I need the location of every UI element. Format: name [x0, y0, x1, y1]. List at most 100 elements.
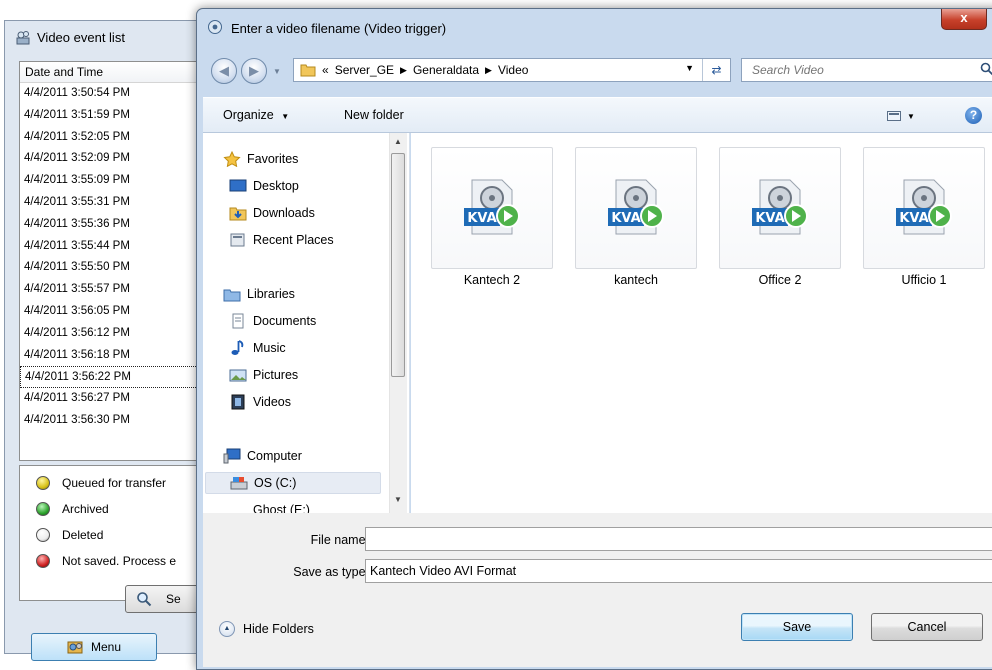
- video-event-list-window: Video event list Date and Time 4/4/2011 …: [4, 20, 204, 654]
- desktop-icon: [229, 178, 247, 194]
- back-arrow-icon: ◀: [219, 63, 229, 78]
- save-file-dialog: Enter a video filename (Video trigger) x…: [196, 8, 992, 670]
- event-row[interactable]: 4/4/2011 3:56:22 PM: [20, 366, 204, 388]
- scroll-thumb[interactable]: [391, 153, 405, 377]
- save-as-type-value: Kantech Video AVI Format: [370, 564, 516, 578]
- back-button[interactable]: ◀: [211, 58, 237, 84]
- search-icon[interactable]: [980, 62, 992, 76]
- dialog-app-icon: [207, 19, 223, 35]
- nav-documents[interactable]: Documents: [229, 310, 316, 332]
- file-tile[interactable]: KVA: [575, 147, 697, 269]
- nav-music[interactable]: Music: [229, 337, 286, 359]
- forward-button[interactable]: ▶: [241, 58, 267, 84]
- event-row[interactable]: 4/4/2011 3:55:09 PM: [20, 170, 204, 192]
- nav-label: Downloads: [253, 206, 315, 220]
- downloads-folder-icon: [229, 205, 247, 221]
- file-name-combo[interactable]: ▼: [365, 527, 992, 551]
- forward-arrow-icon: ▶: [249, 63, 259, 78]
- nav-label: Videos: [253, 395, 291, 409]
- drive-icon: [230, 475, 248, 491]
- breadcrumb-separator-icon[interactable]: ▶: [485, 65, 492, 76]
- save-button[interactable]: Save: [741, 613, 853, 641]
- scroll-down-icon[interactable]: ▼: [394, 495, 402, 504]
- nav-computer[interactable]: Computer: [223, 445, 302, 467]
- help-button[interactable]: ?: [965, 107, 982, 124]
- breadcrumb-separator-icon[interactable]: ▶: [400, 65, 407, 76]
- scroll-up-icon[interactable]: ▲: [394, 137, 402, 146]
- file-tile[interactable]: KVA: [719, 147, 841, 269]
- event-row[interactable]: 4/4/2011 3:56:12 PM: [20, 323, 204, 345]
- search-box[interactable]: [741, 58, 992, 82]
- nav-label: Desktop: [253, 179, 299, 193]
- address-bar[interactable]: « Server_GE ▶ Generaldata ▶ Video ▼ ⇄: [293, 58, 731, 82]
- save-as-type-select[interactable]: Kantech Video AVI Format ▼: [365, 559, 992, 583]
- file-name-input[interactable]: [366, 528, 974, 550]
- breadcrumb-video[interactable]: Video: [498, 63, 528, 77]
- event-row[interactable]: 4/4/2011 3:55:57 PM: [20, 279, 204, 301]
- legend-label: Not saved. Process e: [62, 554, 176, 568]
- event-row[interactable]: 4/4/2011 3:55:36 PM: [20, 214, 204, 236]
- recent-places-icon: [229, 232, 247, 248]
- not-saved-status-icon: [36, 554, 50, 568]
- event-row[interactable]: 4/4/2011 3:55:31 PM: [20, 192, 204, 214]
- dialog-title: Enter a video filename (Video trigger): [231, 21, 446, 36]
- nav-recent-places[interactable]: Recent Places: [229, 229, 334, 251]
- view-icon: [887, 110, 901, 122]
- dialog-title-bar[interactable]: Enter a video filename (Video trigger) x: [197, 9, 992, 45]
- file-tile[interactable]: KVA: [431, 147, 553, 269]
- nav-cut-off-item[interactable]: Ghost (E:): [229, 499, 310, 513]
- address-dropdown-icon[interactable]: ▼: [685, 63, 694, 73]
- nav-videos[interactable]: Videos: [229, 391, 291, 413]
- event-list[interactable]: Date and Time 4/4/2011 3:50:54 PM4/4/201…: [19, 61, 205, 461]
- event-row[interactable]: 4/4/2011 3:55:44 PM: [20, 236, 204, 258]
- address-prefix[interactable]: «: [322, 63, 329, 77]
- nav-libraries[interactable]: Libraries: [223, 283, 295, 305]
- event-row[interactable]: 4/4/2011 3:50:54 PM: [20, 83, 204, 105]
- event-row[interactable]: 4/4/2011 3:55:50 PM: [20, 257, 204, 279]
- event-row[interactable]: 4/4/2011 3:52:05 PM: [20, 127, 204, 149]
- navigation-row: ◀ ▶ ▼ « Server_GE ▶ Generaldata ▶ Video …: [197, 49, 992, 87]
- cancel-button[interactable]: Cancel: [871, 613, 983, 641]
- kva-video-file-icon: KVA: [606, 176, 668, 238]
- archived-status-icon: [36, 502, 50, 516]
- event-row[interactable]: 4/4/2011 3:52:09 PM: [20, 148, 204, 170]
- recent-pages-dropdown-icon[interactable]: ▼: [273, 67, 281, 76]
- music-note-icon: [229, 340, 247, 356]
- nav-scrollbar[interactable]: ▲ ▼: [389, 133, 407, 513]
- nav-favorites[interactable]: Favorites: [223, 148, 298, 170]
- file-view: KVA Kantech 2 KVA kantech: [411, 133, 992, 513]
- event-row[interactable]: 4/4/2011 3:56:18 PM: [20, 345, 204, 367]
- event-row[interactable]: 4/4/2011 3:56:30 PM: [20, 410, 204, 432]
- nav-downloads[interactable]: Downloads: [229, 202, 315, 224]
- file-tile[interactable]: KVA: [863, 147, 985, 269]
- nav-desktop[interactable]: Desktop: [229, 175, 299, 197]
- column-header-date-time[interactable]: Date and Time: [20, 62, 204, 83]
- nav-os-drive[interactable]: OS (C:): [205, 472, 381, 494]
- breadcrumb-generaldata[interactable]: Generaldata: [413, 63, 479, 77]
- close-button[interactable]: x: [941, 9, 987, 30]
- hide-folders-label: Hide Folders: [243, 622, 314, 636]
- refresh-button[interactable]: ⇄: [702, 59, 730, 81]
- nav-pictures[interactable]: Pictures: [229, 364, 298, 386]
- magnifier-icon: [136, 591, 152, 607]
- event-row[interactable]: 4/4/2011 3:51:59 PM: [20, 105, 204, 127]
- refresh-icon: ⇄: [711, 63, 721, 77]
- kva-video-file-icon: KVA: [462, 176, 524, 238]
- hide-folders-button[interactable]: ▲ Hide Folders: [219, 621, 314, 637]
- change-view-button[interactable]: ▼: [887, 108, 921, 124]
- nav-label: Favorites: [247, 152, 298, 166]
- event-row[interactable]: 4/4/2011 3:56:05 PM: [20, 301, 204, 323]
- pictures-icon: [229, 367, 247, 383]
- organize-button[interactable]: Organize ▼: [223, 108, 289, 122]
- close-icon: x: [960, 10, 967, 25]
- new-folder-button[interactable]: New folder: [344, 108, 404, 122]
- search-input[interactable]: [742, 59, 962, 81]
- nav-label: Ghost (E:): [253, 499, 310, 513]
- command-toolbar: Organize ▼ New folder ▼ ?: [203, 97, 992, 133]
- nav-label: Computer: [247, 449, 302, 463]
- deleted-status-icon: [36, 528, 50, 542]
- breadcrumb-server[interactable]: Server_GE: [335, 63, 394, 77]
- organize-dropdown-icon: ▼: [281, 112, 289, 121]
- event-row[interactable]: 4/4/2011 3:56:27 PM: [20, 388, 204, 410]
- menu-button[interactable]: Menu: [31, 633, 157, 661]
